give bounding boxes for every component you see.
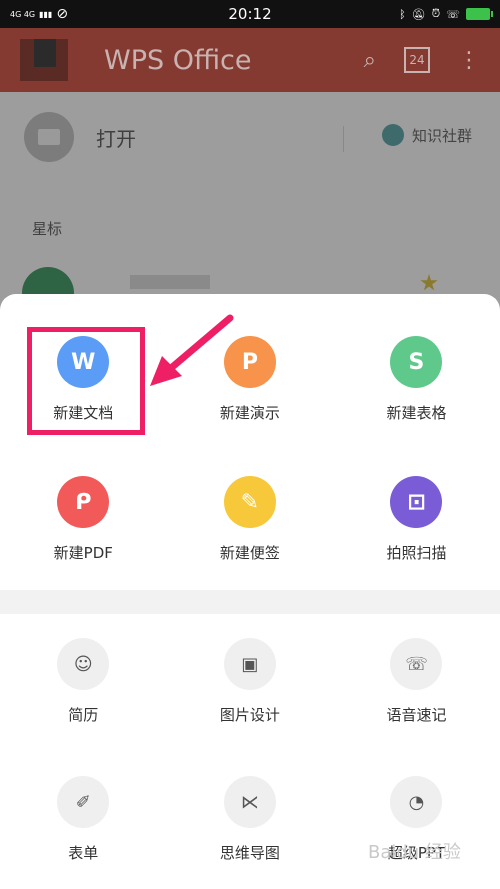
no-sim-icon: ⊘ xyxy=(56,6,69,22)
app-bar: WPS Office ⌕ 24 ⋮ xyxy=(0,28,500,92)
open-label: 打开 xyxy=(96,126,136,151)
status-bar: 4G 4G ▮▮▮ ⊘ 20:12 ᛒ 🔕︎ ⏰︎ ☏ xyxy=(0,0,500,28)
create-spreadsheet-item[interactable]: S 新建表格 xyxy=(333,336,500,423)
blurred-filename xyxy=(130,275,210,289)
signal-indicator: 4G 4G ▮▮▮ ⊘ xyxy=(10,6,68,22)
template-row-1: ☺ 简历 ▣ 图片设计 ☏ 语音速记 xyxy=(0,638,500,725)
scan-item[interactable]: ⊡ 拍照扫描 xyxy=(333,476,500,563)
form-icon: ✐ xyxy=(57,776,110,828)
search-icon[interactable]: ⌕ xyxy=(364,48,376,73)
divider xyxy=(343,126,344,152)
create-pdf-item[interactable]: ᑭ 新建PDF xyxy=(0,476,167,563)
image-design-item[interactable]: ▣ 图片设计 xyxy=(167,638,334,725)
hd-call-icon: ☏ xyxy=(446,7,460,21)
open-file-row[interactable]: 打开 xyxy=(24,112,136,162)
clock: 20:12 xyxy=(228,5,272,23)
resume-label: 简历 xyxy=(68,706,99,724)
community-icon xyxy=(381,124,404,146)
scan-icon: ⊡ xyxy=(390,476,443,528)
resume-icon: ☺ xyxy=(57,638,110,690)
battery-icon xyxy=(466,8,493,20)
signal-bars-icon: ▮▮▮ xyxy=(39,9,53,19)
star-icon[interactable] xyxy=(420,274,438,291)
highlight-box xyxy=(27,327,145,435)
mind-map-icon: ⋉ xyxy=(223,776,276,828)
pointer-arrow-icon xyxy=(150,314,234,386)
community-label: 知识社群 xyxy=(411,126,472,145)
folder-icon xyxy=(24,112,74,162)
image-design-icon: ▣ xyxy=(223,638,276,690)
signal-text: 4G 4G xyxy=(10,9,36,19)
app-title: WPS Office xyxy=(104,44,252,76)
super-ppt-icon: ◔ xyxy=(390,776,443,828)
mind-map-label: 思维导图 xyxy=(219,844,280,862)
avatar[interactable] xyxy=(20,39,68,81)
form-label: 表单 xyxy=(68,844,99,862)
create-spreadsheet-label: 新建表格 xyxy=(386,404,447,422)
more-menu-icon[interactable]: ⋮ xyxy=(458,48,480,73)
watermark: Baidu 经验 xyxy=(368,842,461,863)
voice-note-item[interactable]: ☏ 语音速记 xyxy=(333,638,500,725)
create-note-label: 新建便签 xyxy=(219,544,280,562)
bluetooth-icon: ᛒ xyxy=(399,7,406,21)
create-presentation-label: 新建演示 xyxy=(219,404,280,422)
spreadsheet-icon: S xyxy=(390,336,443,388)
create-row-2: ᑭ 新建PDF ✎ 新建便签 ⊡ 拍照扫描 xyxy=(0,476,500,563)
calendar-icon[interactable]: 24 xyxy=(404,47,430,73)
form-item[interactable]: ✐ 表单 xyxy=(0,776,167,863)
voice-note-icon: ☏ xyxy=(390,638,443,690)
resume-item[interactable]: ☺ 简历 xyxy=(0,638,167,725)
pdf-icon: ᑭ xyxy=(57,476,110,528)
voice-note-label: 语音速记 xyxy=(386,706,447,724)
home-content: 打开 知识社群 星标 xyxy=(0,92,500,319)
alarm-icon: ⏰︎ xyxy=(431,7,441,20)
image-design-label: 图片设计 xyxy=(219,706,280,724)
section-divider xyxy=(0,590,500,614)
note-icon: ✎ xyxy=(223,476,276,528)
create-pdf-label: 新建PDF xyxy=(53,544,113,562)
bell-muted-icon: 🔕︎ xyxy=(411,7,426,21)
community-link[interactable]: 知识社群 xyxy=(381,124,472,146)
starred-section-title: 星标 xyxy=(32,220,63,238)
scan-label: 拍照扫描 xyxy=(386,544,447,562)
mind-map-item[interactable]: ⋉ 思维导图 xyxy=(167,776,334,863)
create-note-item[interactable]: ✎ 新建便签 xyxy=(167,476,334,563)
